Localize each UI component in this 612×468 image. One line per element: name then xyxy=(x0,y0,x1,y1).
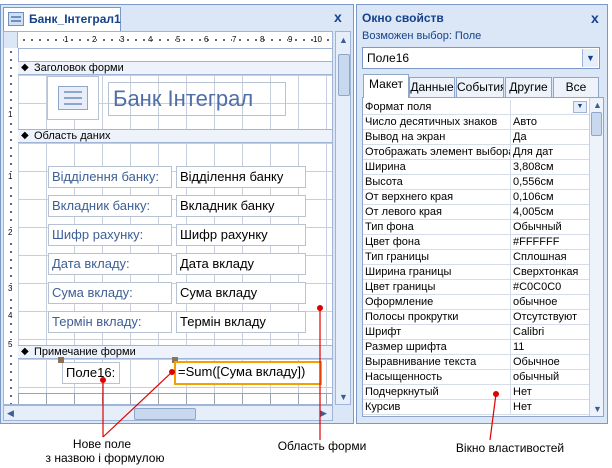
field-deposit-term[interactable]: Термін вкладу xyxy=(176,311,306,333)
form-document-tab[interactable]: Банк_Інтеграл1 xyxy=(3,7,121,31)
property-row[interactable]: Ширина границы Сверхтонкая xyxy=(363,265,589,280)
callout-form-area: Область форми xyxy=(277,439,367,453)
label-account-code[interactable]: Шифр рахунку: xyxy=(48,224,172,246)
scroll-down-icon[interactable]: ▼ xyxy=(593,404,602,414)
field-account-code[interactable]: Шифр рахунку xyxy=(176,224,306,246)
label-depositor[interactable]: Вкладник банку: xyxy=(48,195,172,217)
field-deposit-date[interactable]: Дата вкладу xyxy=(176,253,306,275)
form-logo[interactable] xyxy=(47,76,99,120)
property-row[interactable]: Цвет границы #C0C0C0 xyxy=(363,280,589,295)
label-deposit-date[interactable]: Дата вкладу: xyxy=(48,253,172,275)
footer-formula-field[interactable]: =Sum([Сума вкладу]) xyxy=(174,361,322,385)
scroll-left-icon[interactable]: ◀ xyxy=(7,408,14,418)
vertical-ruler: 1 1 2 3 4 5 xyxy=(4,48,19,404)
property-row[interactable]: Курсив Нет xyxy=(363,400,589,415)
footer-field-label[interactable]: Поле16: xyxy=(62,362,120,384)
move-handle[interactable] xyxy=(58,357,64,363)
tab-other[interactable]: Другие xyxy=(505,77,552,97)
form-title-label[interactable]: Банк Інтеграл xyxy=(108,82,286,116)
property-row[interactable]: Формат поля ▼ xyxy=(363,100,589,115)
property-row[interactable]: Шрифт Calibri xyxy=(363,325,589,340)
property-row[interactable]: Оформление обычное xyxy=(363,295,589,310)
scroll-down-icon[interactable]: ▼ xyxy=(339,392,348,402)
property-row[interactable]: Цвет фона #FFFFFF xyxy=(363,235,589,250)
tab-all[interactable]: Все xyxy=(553,77,599,97)
property-row[interactable]: Подчеркнутый Нет xyxy=(363,385,589,400)
property-row[interactable]: Выравнивание текста Обычное xyxy=(363,355,589,370)
property-grid: Формат поля ▼ Число десятичных знаков Авто… xyxy=(362,97,604,417)
property-sheet: Окно свойств x Возможен выбор: Поле Поле… xyxy=(356,4,608,424)
section-arrow-icon: ◆ xyxy=(21,346,29,357)
close-icon[interactable]: x xyxy=(591,10,599,26)
field-depositor[interactable]: Вкладник банку xyxy=(176,195,306,217)
scroll-right-icon[interactable]: ▶ xyxy=(320,408,327,418)
section-bar-detail[interactable]: ◆ Область даних xyxy=(18,129,332,143)
property-row[interactable]: Тип границы Сплошная xyxy=(363,250,589,265)
property-row[interactable]: Размер шрифта 11 xyxy=(363,340,589,355)
property-row[interactable]: Насыщенность обычный xyxy=(363,370,589,385)
section-bar-header[interactable]: ◆ Заголовок форми xyxy=(18,61,332,75)
horizontal-scrollbar[interactable]: ◀ ▶ xyxy=(3,405,333,421)
scroll-thumb[interactable] xyxy=(134,408,196,420)
property-row[interactable]: Отображать элемент выбора Для дат xyxy=(363,145,589,160)
chevron-down-icon[interactable]: ▼ xyxy=(573,101,587,113)
property-scrollbar[interactable]: ▲ ▼ xyxy=(589,98,603,416)
field-branch[interactable]: Відділення банку xyxy=(176,166,306,188)
scroll-up-icon[interactable]: ▲ xyxy=(593,100,602,110)
section-arrow-icon: ◆ xyxy=(21,130,29,141)
label-deposit-term[interactable]: Термін вкладу: xyxy=(48,311,172,333)
form-icon xyxy=(8,12,24,26)
close-icon[interactable]: x xyxy=(334,10,342,24)
scroll-up-icon[interactable]: ▲ xyxy=(339,35,348,45)
callout-properties-window: Вікно властивостей xyxy=(455,441,565,455)
vertical-scrollbar[interactable]: ▲ ▼ xyxy=(335,31,351,405)
form-outside-area xyxy=(18,393,332,404)
object-selector[interactable]: Поле16 ▼ xyxy=(362,47,600,69)
callout-new-field-line1: Нове поле xyxy=(72,437,132,451)
horizontal-ruler: 1 2 3 4 5 6 7 8 9 10 xyxy=(4,32,332,49)
property-row[interactable]: Полосы прокрутки Отсутствуют xyxy=(363,310,589,325)
callout-new-field-line2: з назвою і формулою xyxy=(45,451,165,465)
form-selector[interactable] xyxy=(4,32,18,48)
tab-events[interactable]: События xyxy=(456,77,504,97)
label-branch[interactable]: Відділення банку: xyxy=(48,166,172,188)
scroll-thumb[interactable] xyxy=(338,54,350,96)
tab-layout[interactable]: Макет xyxy=(363,74,409,98)
property-row[interactable]: Тип фона Обычный xyxy=(363,220,589,235)
property-sheet-title: Окно свойств xyxy=(362,11,444,25)
tab-data[interactable]: Данные xyxy=(409,77,455,97)
property-row[interactable]: От верхнего края 0,106см xyxy=(363,190,589,205)
property-row[interactable]: От левого края 4,005см xyxy=(363,205,589,220)
label-deposit-sum[interactable]: Сума вкладу: xyxy=(48,282,172,304)
property-row[interactable]: Число десятичных знаков Авто xyxy=(363,115,589,130)
property-row[interactable]: Ширина 3,808см xyxy=(363,160,589,175)
scroll-thumb[interactable] xyxy=(591,112,602,136)
chevron-down-icon[interactable]: ▼ xyxy=(582,49,598,67)
section-arrow-icon: ◆ xyxy=(21,62,29,73)
field-deposit-sum[interactable]: Сума вкладу xyxy=(176,282,306,304)
property-row[interactable]: Высота 0,556см xyxy=(363,175,589,190)
property-row[interactable]: Вывод на экран Да xyxy=(363,130,589,145)
form-tab-title: Банк_Інтеграл1 xyxy=(29,12,121,26)
selection-type: Возможен выбор: Поле xyxy=(362,30,482,42)
